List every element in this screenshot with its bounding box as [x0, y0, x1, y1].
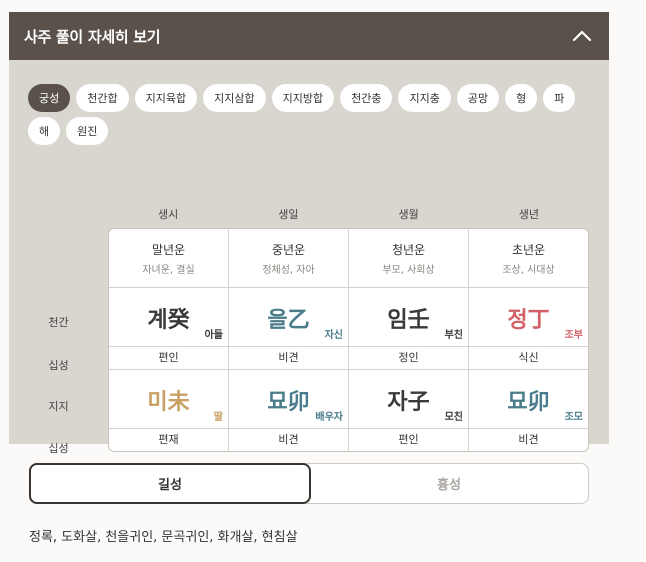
panel-title: 사주 풀이 자세히 보기: [24, 27, 161, 46]
branch-relation: 배우자: [315, 412, 343, 423]
branch-tengod-row: 편재 비견 편인 비견: [109, 429, 588, 451]
filter-chips: 궁성 천간합 지지육합 지지삼합 지지방합 천간충 지지충 공망 형 파해 원진: [28, 84, 598, 145]
column-header-year: 생년: [518, 208, 539, 221]
stem-relation: 자신: [324, 330, 343, 341]
branch-relation: 조모: [564, 412, 583, 423]
period-sub: 정체성, 자아: [262, 265, 315, 276]
branch-tengod: 편인: [349, 429, 469, 451]
filter-chip[interactable]: 형: [505, 84, 538, 112]
stem-cell: 임壬 부친: [349, 288, 469, 346]
branch-relation: 딸: [213, 412, 223, 423]
stem-cell: 을乙 자신: [229, 288, 349, 346]
star-result-text: 정록, 도화살, 천을귀인, 문곡귀인, 화개살, 현침살: [29, 530, 298, 545]
stem-tengod: 정인: [349, 347, 469, 369]
filter-chip[interactable]: 파: [543, 84, 576, 112]
panel-body: 궁성 천간합 지지육합 지지삼합 지지방합 천간충 지지충 공망 형 파해 원진 생시 생일 생월 …: [9, 60, 609, 455]
branch-relation: 모친: [444, 412, 463, 423]
saju-detail-panel: 사주 풀이 자세히 보기 궁성 천간합 지지육합 지지삼합 지지방합 천간충 지지충 공망 형 파…: [9, 12, 609, 455]
period-sub: 자녀운, 결실: [142, 265, 195, 276]
period-title: 중년운: [271, 243, 306, 257]
stem-relation: 아들: [204, 330, 223, 341]
chevron-up-icon[interactable]: [571, 25, 593, 47]
row-label-branch: 지지: [48, 400, 69, 413]
stem-relation: 부친: [444, 330, 463, 341]
period-cell: 중년운정체성, 자아: [229, 229, 349, 287]
period-cell: 청년운부모, 사회상: [349, 229, 469, 287]
period-title: 초년운: [511, 243, 546, 257]
stem-relation: 조부: [564, 330, 583, 341]
column-header-month: 생월: [398, 208, 419, 221]
row-label-branch-tengod: 십성: [48, 442, 69, 455]
filter-chip[interactable]: 지지육합: [134, 84, 198, 112]
branch-tengod: 비견: [229, 429, 349, 451]
row-label-stem: 천간: [48, 316, 69, 329]
column-headers: 생시 생일 생월 생년: [108, 206, 589, 222]
branch-tengod: 편재: [109, 429, 229, 451]
filter-chip[interactable]: 천간충: [340, 84, 393, 112]
filter-chip[interactable]: 천간합: [76, 84, 129, 112]
period-sub: 부모, 사회상: [382, 265, 435, 276]
branch-row: 미未 딸 묘卯 배우자 자子 모친 묘卯 조모: [109, 370, 588, 429]
branch-tengod: 비견: [518, 433, 539, 446]
branch-char: 미未: [147, 390, 190, 415]
filter-chip[interactable]: 지지삼합: [203, 84, 266, 112]
stem-tengod: 편인: [109, 347, 229, 369]
good-star-tab[interactable]: 길성: [29, 463, 311, 504]
stem-cell: 계癸 아들: [109, 288, 229, 346]
period-row: 말년운자녀운, 결실 중년운정체성, 자아 청년운부모, 사회상 초년운조상, …: [109, 229, 588, 288]
panel-header[interactable]: 사주 풀이 자세히 보기: [9, 12, 609, 60]
filter-chip[interactable]: 지지방합: [271, 84, 335, 112]
period-sub: 조상, 시대상: [502, 265, 555, 276]
stem-tengod: 식신: [518, 351, 539, 364]
pillar-table: 말년운자녀운, 결실 중년운정체성, 자아 청년운부모, 사회상 초년운조상, …: [108, 228, 589, 452]
filter-chip[interactable]: 지지충: [398, 84, 451, 112]
stem-cell: 정丁 조부: [469, 288, 588, 346]
good-bad-toggle: 길성 흉성: [29, 463, 589, 504]
filter-chip[interactable]: 원진: [66, 117, 109, 145]
column-header-day: 생일: [278, 208, 299, 221]
filter-chip[interactable]: 해: [28, 117, 61, 145]
period-title: 청년운: [391, 243, 426, 257]
stem-tengod: 비견: [229, 347, 349, 369]
branch-cell: 미未 딸: [109, 370, 229, 428]
period-cell: 말년운자녀운, 결실: [109, 229, 229, 287]
row-label-stem-tengod: 십성: [48, 359, 69, 372]
filter-chip[interactable]: 공망: [456, 84, 500, 112]
period-title: 말년운: [151, 243, 186, 257]
stem-tengod-row: 편인 비견 정인 식신: [109, 347, 588, 370]
column-header-hour: 생시: [158, 208, 179, 221]
stem-row: 계癸 아들 을乙 자신 임壬 부친 정丁 조부: [109, 288, 588, 347]
filter-chip[interactable]: 궁성: [28, 84, 71, 112]
branch-cell: 자子 모친: [349, 370, 469, 428]
bad-star-tab[interactable]: 흉성: [310, 464, 588, 503]
period-cell: 초년운조상, 시대상: [469, 229, 588, 287]
branch-cell: 묘卯 배우자: [229, 370, 349, 428]
branch-cell: 묘卯 조모: [469, 370, 588, 428]
